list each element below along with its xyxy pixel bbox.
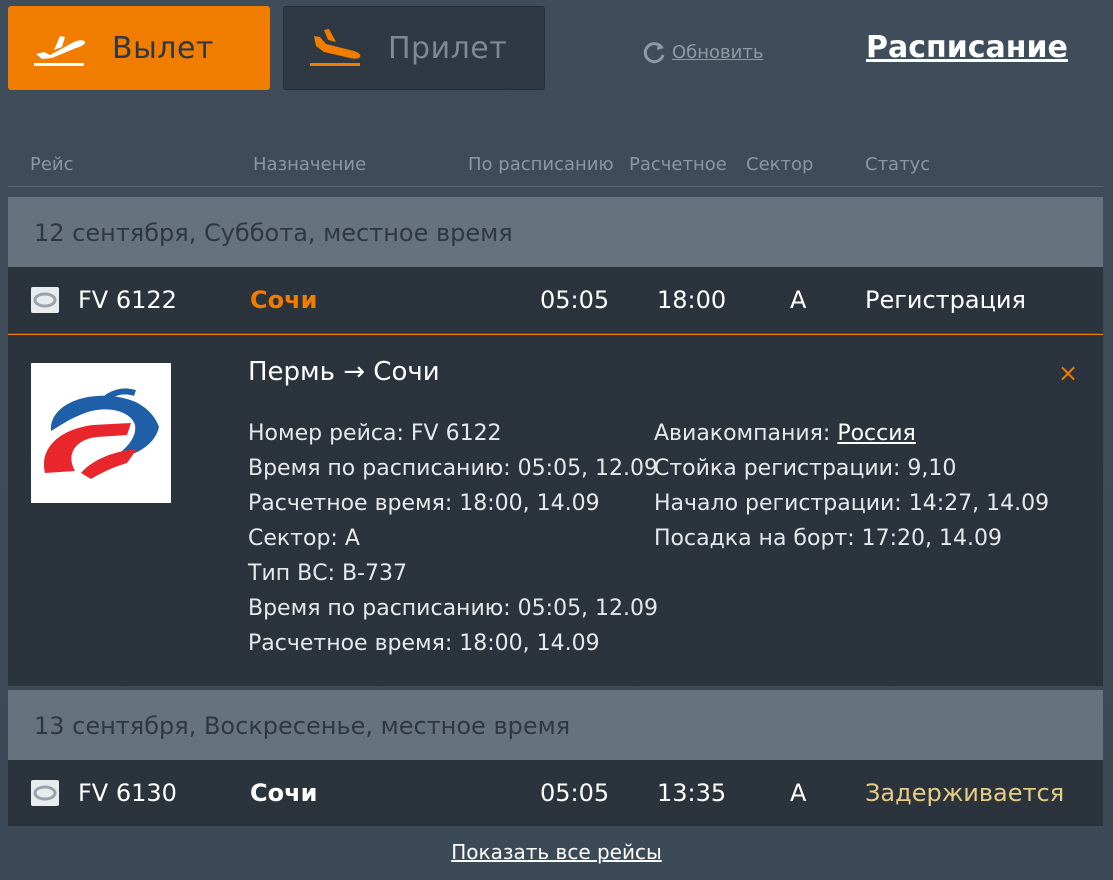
flight-detail-panel: Пермь → Сочи × Номер рейса: FV 6122 Врем…	[8, 334, 1103, 686]
airline-logo-icon	[31, 287, 59, 313]
flight-destination: Сочи	[250, 779, 318, 807]
tab-departure-label: Вылет	[112, 30, 214, 66]
airline-link[interactable]: Россия	[837, 421, 915, 446]
tab-arrival-label: Прилет	[388, 30, 508, 66]
tab-arrival[interactable]: Прилет	[283, 6, 545, 90]
detail-line: Сектор: A	[248, 526, 360, 551]
flight-number: FV 6122	[78, 286, 177, 314]
column-header-estimated: Расчетное	[629, 154, 727, 175]
refresh-icon	[643, 42, 665, 64]
detail-line: Номер рейса: FV 6122	[248, 421, 502, 446]
close-icon[interactable]: ×	[1058, 359, 1078, 387]
schedule-link[interactable]: Расписание	[866, 30, 1068, 65]
flight-estimated: 18:00	[657, 286, 727, 314]
plane-landing-icon	[310, 29, 361, 66]
detail-line: Начало регистрации: 14:27, 14.09	[654, 491, 1050, 516]
flight-number: FV 6130	[78, 779, 177, 807]
detail-line: Время по расписанию: 05:05, 12.09	[248, 456, 659, 481]
column-header-destination: Назначение	[253, 154, 367, 175]
date-band: 13 сентября, Воскресенье, местное время	[8, 690, 1103, 760]
route-title: Пермь → Сочи	[248, 357, 440, 387]
flight-status: Регистрация	[865, 286, 1026, 314]
airline-logo-icon	[31, 780, 59, 806]
detail-right-column: Авиакомпания: Россия Стойка регистрации:…	[654, 419, 1049, 559]
airline-prefix: Авиакомпания:	[654, 421, 838, 446]
refresh-label: Обновить	[672, 41, 764, 63]
flight-status: Задерживается	[865, 779, 1065, 807]
detail-line: Тип ВС: B-737	[248, 561, 407, 586]
column-header-scheduled: По расписанию	[468, 154, 614, 175]
airline-logo	[31, 363, 171, 503]
column-header-status: Статус	[865, 154, 931, 175]
flight-sector: A	[790, 779, 807, 807]
plane-takeoff-icon	[34, 36, 86, 66]
column-header-row: Рейс Назначение По расписанию Расчетное …	[8, 150, 1103, 187]
flight-sector: A	[790, 286, 807, 314]
flight-estimated: 13:35	[657, 779, 727, 807]
detail-line: Время по расписанию: 05:05, 12.09	[248, 596, 659, 621]
detail-line: Стойка регистрации: 9,10	[654, 456, 957, 481]
flight-scheduled: 05:05	[540, 286, 610, 314]
detail-left-column: Номер рейса: FV 6122 Время по расписанию…	[248, 419, 658, 664]
detail-line: Расчетное время: 18:00, 14.09	[248, 631, 600, 656]
tab-departure[interactable]: Вылет	[8, 6, 270, 90]
refresh-button[interactable]: Обновить	[640, 38, 763, 66]
date-band: 12 сентября, Суббота, местное время	[8, 197, 1103, 267]
detail-line-airline: Авиакомпания: Россия	[654, 419, 1049, 454]
flight-scheduled: 05:05	[540, 779, 610, 807]
column-header-sector: Сектор	[746, 154, 814, 175]
show-all-flights-link[interactable]: Показать все рейсы	[0, 840, 1113, 864]
column-header-flight: Рейс	[30, 154, 74, 175]
flight-destination: Сочи	[250, 286, 318, 314]
detail-line: Посадка на борт: 17:20, 14.09	[654, 526, 1002, 551]
flight-row[interactable]: FV 6122 Сочи 05:05 18:00 A Регистрация	[8, 267, 1103, 333]
detail-line: Расчетное время: 18:00, 14.09	[248, 491, 600, 516]
flight-row[interactable]: FV 6130 Сочи 05:05 13:35 A Задерживается	[8, 760, 1103, 826]
